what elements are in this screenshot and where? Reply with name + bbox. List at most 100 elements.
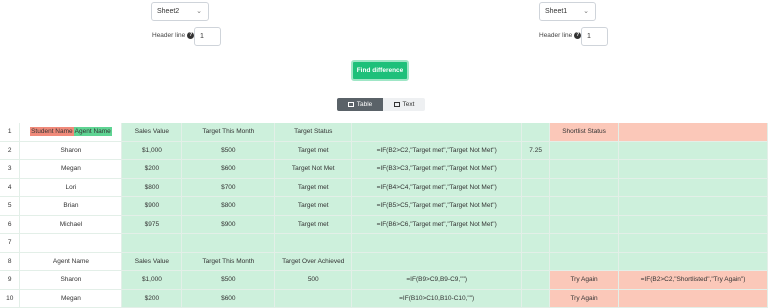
- table-cell[interactable]: [521, 289, 551, 308]
- right-sheet-value: Sheet1: [545, 8, 568, 15]
- table-cell[interactable]: [521, 233, 551, 253]
- table-cell[interactable]: Shortlist Status: [549, 123, 620, 142]
- table-cell[interactable]: =IF(B2>C2,"Shortlisted","Try Again"): [618, 270, 768, 290]
- table-cell[interactable]: [549, 141, 620, 160]
- table-cell[interactable]: [549, 159, 620, 179]
- table-cell[interactable]: $500: [181, 270, 276, 290]
- row-number: 3: [0, 159, 21, 179]
- table-cell[interactable]: Target Over Achieved: [274, 252, 353, 271]
- table-cell[interactable]: [549, 178, 620, 197]
- table-cell[interactable]: Target This Month: [181, 123, 276, 142]
- table-cell[interactable]: [549, 252, 620, 271]
- table-cell[interactable]: Brian: [19, 196, 123, 216]
- table-cell[interactable]: [521, 178, 551, 197]
- table-cell[interactable]: 7.25: [521, 141, 551, 160]
- table-cell[interactable]: [549, 215, 620, 234]
- table-cell[interactable]: Agent Name: [19, 252, 123, 271]
- table-cell[interactable]: =IF(B9>C9,B9-C9,""): [351, 270, 523, 290]
- table-cell[interactable]: =IF(B5>C5,"Target met","Target Not Met"): [351, 196, 523, 216]
- table-row: 7: [0, 233, 768, 253]
- table-cell[interactable]: Megan: [19, 289, 123, 308]
- table-row: 1 Student Name Agent Name Sales Value Target…: [0, 123, 768, 142]
- table-cell[interactable]: $800: [121, 178, 183, 197]
- table-cell[interactable]: $900: [181, 215, 276, 234]
- table-cell[interactable]: Sharon: [19, 270, 123, 290]
- table-cell[interactable]: =IF(B3>C3,"Target met","Target Not Met"): [351, 159, 523, 179]
- table-cell[interactable]: Target met: [274, 141, 353, 160]
- table-cell[interactable]: [274, 289, 353, 308]
- left-header-line-label: Header line ?: [152, 32, 195, 39]
- right-header-line-label: Header line ?: [539, 32, 582, 39]
- table-cell[interactable]: Target met: [274, 196, 353, 216]
- table-cell[interactable]: $800: [181, 196, 276, 216]
- table-cell[interactable]: Megan: [19, 159, 123, 179]
- table-cell[interactable]: Sharon: [19, 141, 123, 160]
- table-cell[interactable]: 500: [274, 270, 353, 290]
- table-cell[interactable]: $975: [121, 215, 183, 234]
- table-row: 2 Sharon $1,000 $500 Target met =IF(B2>C2,"Ta…: [0, 141, 768, 160]
- table-cell[interactable]: $1,000: [121, 141, 183, 160]
- right-header-line-input[interactable]: 1: [581, 27, 608, 46]
- table-cell[interactable]: [351, 123, 523, 142]
- table-cell[interactable]: $1,000: [121, 270, 183, 290]
- table-cell[interactable]: $600: [181, 289, 276, 308]
- text-view-button[interactable]: Text: [383, 98, 425, 111]
- find-difference-button[interactable]: Find difference: [351, 60, 409, 81]
- table-cell[interactable]: Target This Month: [181, 252, 276, 271]
- view-toggle: Table Text: [337, 98, 425, 111]
- table-cell[interactable]: Sales Value: [121, 123, 183, 142]
- table-cell[interactable]: Try Again: [549, 270, 620, 290]
- removed-text: Student Name: [30, 127, 74, 137]
- left-header-line-input[interactable]: 1: [194, 27, 221, 46]
- table-cell[interactable]: [618, 196, 768, 216]
- table-cell[interactable]: [521, 270, 551, 290]
- table-cell[interactable]: =IF(B6>C6,"Target met","Target Not Met"): [351, 215, 523, 234]
- table-cell[interactable]: $200: [121, 159, 183, 179]
- table-cell[interactable]: [274, 233, 353, 253]
- right-sheet-select[interactable]: Sheet1 ⌄: [539, 2, 596, 21]
- diff-table: 1 Student Name Agent Name Sales Value Target…: [0, 123, 768, 308]
- table-cell[interactable]: [521, 123, 551, 142]
- table-cell[interactable]: =IF(B4>C4,"Target met","Target Not Met"): [351, 178, 523, 197]
- table-cell[interactable]: $900: [121, 196, 183, 216]
- table-cell[interactable]: [351, 252, 523, 271]
- table-cell[interactable]: [618, 123, 768, 142]
- table-cell[interactable]: $500: [181, 141, 276, 160]
- table-cell[interactable]: Sales Value: [121, 252, 183, 271]
- table-cell[interactable]: [618, 289, 768, 308]
- table-cell[interactable]: [618, 252, 768, 271]
- table-cell[interactable]: [618, 178, 768, 197]
- table-cell[interactable]: [618, 159, 768, 179]
- table-cell[interactable]: [618, 141, 768, 160]
- table-cell[interactable]: $200: [121, 289, 183, 308]
- table-cell[interactable]: =IF(B10>C10,B10-C10,""): [351, 289, 523, 308]
- table-cell[interactable]: Student Name Agent Name: [19, 123, 123, 142]
- table-cell[interactable]: Lori: [19, 178, 123, 197]
- table-cell[interactable]: [351, 233, 523, 253]
- table-cell[interactable]: [549, 196, 620, 216]
- table-cell[interactable]: Target Not Met: [274, 159, 353, 179]
- table-cell[interactable]: [618, 215, 768, 234]
- table-cell[interactable]: Target Status: [274, 123, 353, 142]
- table-cell[interactable]: =IF(B2>C2,"Target met","Target Not Met"): [351, 141, 523, 160]
- table-cell[interactable]: [549, 233, 620, 253]
- table-cell[interactable]: [181, 233, 276, 253]
- table-row: 6 Michael $975 $900 Target met =IF(B6>C6,"Tar…: [0, 215, 768, 234]
- table-cell[interactable]: Michael: [19, 215, 123, 234]
- table-cell[interactable]: Target met: [274, 215, 353, 234]
- table-cell[interactable]: [521, 159, 551, 179]
- table-cell[interactable]: [521, 196, 551, 216]
- row-number: 5: [0, 196, 21, 216]
- table-cell[interactable]: [521, 215, 551, 234]
- table-cell[interactable]: $600: [181, 159, 276, 179]
- table-cell[interactable]: [121, 233, 183, 253]
- table-cell[interactable]: $700: [181, 178, 276, 197]
- table-cell[interactable]: [521, 252, 551, 271]
- table-row: 8 Agent Name Sales Value Target This Month T…: [0, 252, 768, 271]
- table-cell[interactable]: Target met: [274, 178, 353, 197]
- table-cell[interactable]: [19, 233, 123, 253]
- table-cell[interactable]: Try Again: [549, 289, 620, 308]
- left-sheet-select[interactable]: Sheet2 ⌄: [151, 2, 209, 21]
- table-view-button[interactable]: Table: [337, 98, 383, 111]
- table-cell[interactable]: [618, 233, 768, 253]
